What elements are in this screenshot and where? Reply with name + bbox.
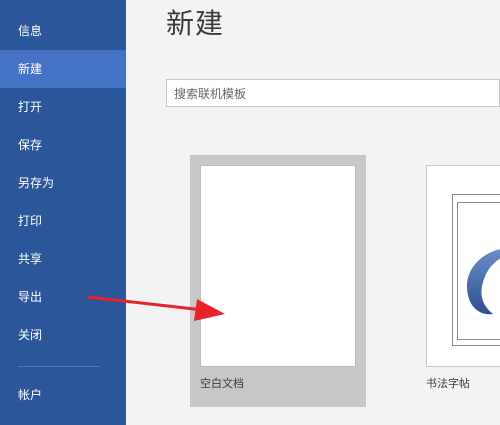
sidebar-divider [18, 366, 100, 367]
nav-close-label: 关闭 [18, 328, 43, 342]
backstage-sidebar: 信息 新建 打开 保存 另存为 打印 共享 导出 关闭 帐户 [0, 0, 126, 425]
template-calligraphy[interactable] [426, 165, 500, 367]
nav-info[interactable]: 信息 [0, 12, 126, 50]
nav-new[interactable]: 新建 [0, 50, 126, 88]
nav-info-label: 信息 [18, 24, 43, 38]
nav-save-label: 保存 [18, 138, 43, 152]
nav-open-label: 打开 [18, 100, 43, 114]
nav-open[interactable]: 打开 [0, 88, 126, 126]
nav-save-as[interactable]: 另存为 [0, 164, 126, 202]
nav-save-as-label: 另存为 [18, 176, 55, 190]
template-search-input[interactable] [167, 80, 476, 108]
template-blank-label: 空白文档 [200, 377, 244, 390]
nav-account[interactable]: 帐户 [0, 376, 126, 414]
nav-new-label: 新建 [18, 62, 43, 76]
nav-share-label: 共享 [18, 252, 43, 266]
nav-print-label: 打印 [18, 214, 43, 228]
page-title: 新建 [166, 7, 225, 40]
template-blank-document[interactable]: 空白文档 [190, 155, 366, 407]
red-arrow-icon [87, 295, 225, 321]
template-search-box[interactable] [166, 79, 500, 108]
calligraphy-stroke-icon [467, 249, 500, 315]
nav-share[interactable]: 共享 [0, 240, 126, 278]
nav-save[interactable]: 保存 [0, 126, 126, 164]
nav-account-label: 帐户 [18, 388, 43, 402]
template-calligraphy-label: 书法字帖 [426, 377, 470, 390]
nav-export-label: 导出 [18, 290, 43, 304]
nav-print[interactable]: 打印 [0, 202, 126, 240]
blank-document-thumbnail [200, 165, 356, 367]
